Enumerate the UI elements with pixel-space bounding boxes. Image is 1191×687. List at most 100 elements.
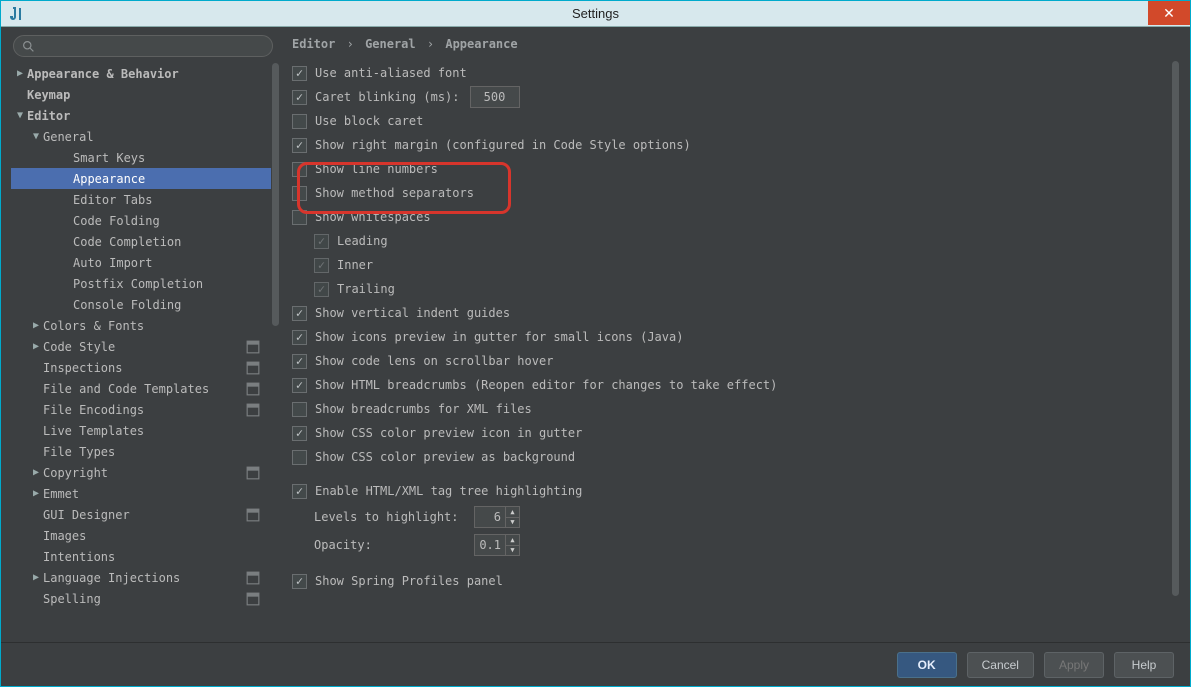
sidebar-item-postfix-completion[interactable]: ▶Postfix Completion bbox=[11, 273, 280, 294]
checkbox[interactable] bbox=[292, 186, 307, 201]
sidebar-item-copyright[interactable]: ▶Copyright bbox=[11, 462, 280, 483]
option-block-caret[interactable]: Use block caret bbox=[288, 109, 1180, 133]
sidebar-item-label: Auto Import bbox=[73, 256, 260, 270]
checkbox[interactable] bbox=[292, 574, 307, 589]
checkbox[interactable] bbox=[292, 210, 307, 225]
option-spring-profiles-panel[interactable]: Show Spring Profiles panel bbox=[288, 569, 1180, 593]
spinner-up-icon[interactable]: ▲ bbox=[506, 507, 519, 518]
checkbox[interactable] bbox=[292, 66, 307, 81]
sidebar-item-images[interactable]: ▶Images bbox=[11, 525, 280, 546]
option-method-separators[interactable]: Show method separators bbox=[288, 181, 1180, 205]
sidebar-item-keymap[interactable]: ▶Keymap bbox=[11, 84, 280, 105]
options-panel: Use anti-aliased font Caret blinking (ms… bbox=[288, 61, 1180, 642]
option-css-gutter-preview[interactable]: Show CSS color preview icon in gutter bbox=[288, 421, 1180, 445]
close-icon: ✕ bbox=[1163, 5, 1175, 22]
sidebar-item-colors-fonts[interactable]: ▶Colors & Fonts bbox=[11, 315, 280, 336]
option-caret-blinking[interactable]: Caret blinking (ms):500 bbox=[288, 85, 1180, 109]
sidebar-item-code-style[interactable]: ▶Code Style bbox=[11, 336, 280, 357]
option-tag-tree-highlight[interactable]: Enable HTML/XML tag tree highlighting bbox=[288, 479, 1180, 503]
sidebar-item-spelling[interactable]: ▶Spelling bbox=[11, 588, 280, 609]
option-code-lens[interactable]: Show code lens on scrollbar hover bbox=[288, 349, 1180, 373]
spinner-down-icon[interactable]: ▼ bbox=[506, 518, 519, 528]
option-ws-trailing: Trailing bbox=[288, 277, 1180, 301]
checkbox[interactable] bbox=[292, 306, 307, 321]
checkbox[interactable] bbox=[292, 90, 307, 105]
option-label: Show HTML breadcrumbs (Reopen editor for… bbox=[315, 378, 777, 392]
project-scope-icon bbox=[246, 466, 260, 480]
option-gutter-icons-preview[interactable]: Show icons preview in gutter for small i… bbox=[288, 325, 1180, 349]
sidebar-item-editor-tabs[interactable]: ▶Editor Tabs bbox=[11, 189, 280, 210]
project-scope-icon bbox=[246, 571, 260, 585]
sidebar-item-editor[interactable]: ▼Editor bbox=[11, 105, 280, 126]
sidebar-item-auto-import[interactable]: ▶Auto Import bbox=[11, 252, 280, 273]
window-close-button[interactable]: ✕ bbox=[1148, 1, 1190, 25]
caret-blink-ms-input[interactable]: 500 bbox=[470, 86, 520, 108]
sidebar-item-appearance-behavior[interactable]: ▶Appearance & Behavior bbox=[11, 63, 280, 84]
sidebar-item-code-completion[interactable]: ▶Code Completion bbox=[11, 231, 280, 252]
ok-button[interactable]: OK bbox=[897, 652, 957, 678]
checkbox[interactable] bbox=[292, 330, 307, 345]
option-label: Enable HTML/XML tag tree highlighting bbox=[315, 484, 582, 498]
field-levels-to-highlight: Levels to highlight: 6 ▲▼ bbox=[288, 503, 1180, 531]
sidebar-item-label: Live Templates bbox=[43, 424, 260, 438]
checkbox[interactable] bbox=[292, 484, 307, 499]
sidebar-item-general[interactable]: ▼General bbox=[11, 126, 280, 147]
sidebar-item-file-and-code-templates[interactable]: ▶File and Code Templates bbox=[11, 378, 280, 399]
checkbox[interactable] bbox=[292, 114, 307, 129]
project-scope-icon bbox=[246, 592, 260, 606]
spinner-down-icon[interactable]: ▼ bbox=[506, 546, 519, 556]
option-line-numbers[interactable]: Show line numbers bbox=[288, 157, 1180, 181]
sidebar-item-code-folding[interactable]: ▶Code Folding bbox=[11, 210, 280, 231]
spinner-value: 6 bbox=[475, 510, 505, 524]
sidebar-item-label: Code Completion bbox=[73, 235, 260, 249]
sidebar-item-label: File Encodings bbox=[43, 403, 242, 417]
sidebar-item-live-templates[interactable]: ▶Live Templates bbox=[11, 420, 280, 441]
sidebar-item-emmet[interactable]: ▶Emmet bbox=[11, 483, 280, 504]
sidebar-item-file-types[interactable]: ▶File Types bbox=[11, 441, 280, 462]
opacity-spinner[interactable]: 0.1 ▲▼ bbox=[474, 534, 520, 556]
sidebar-item-language-injections[interactable]: ▶Language Injections bbox=[11, 567, 280, 588]
sidebar-item-console-folding[interactable]: ▶Console Folding bbox=[11, 294, 280, 315]
option-vertical-indent-guides[interactable]: Show vertical indent guides bbox=[288, 301, 1180, 325]
settings-tree[interactable]: ▶Appearance & Behavior▶Keymap▼Editor▼Gen… bbox=[11, 63, 280, 634]
content-scrollbar[interactable] bbox=[1171, 61, 1180, 642]
sidebar-item-smart-keys[interactable]: ▶Smart Keys bbox=[11, 147, 280, 168]
spinner-up-icon[interactable]: ▲ bbox=[506, 535, 519, 546]
dialog-footer: OK Cancel Apply Help bbox=[1, 642, 1190, 686]
search-input[interactable] bbox=[13, 35, 273, 57]
option-css-bg-preview[interactable]: Show CSS color preview as background bbox=[288, 445, 1180, 469]
checkbox[interactable] bbox=[292, 426, 307, 441]
option-right-margin[interactable]: Show right margin (configured in Code St… bbox=[288, 133, 1180, 157]
breadcrumb: Editor › General › Appearance bbox=[288, 33, 1180, 61]
sidebar-item-appearance[interactable]: ▶Appearance bbox=[11, 168, 280, 189]
option-xml-breadcrumbs[interactable]: Show breadcrumbs for XML files bbox=[288, 397, 1180, 421]
sidebar-item-file-encodings[interactable]: ▶File Encodings bbox=[11, 399, 280, 420]
help-button[interactable]: Help bbox=[1114, 652, 1174, 678]
sidebar-scrollbar[interactable] bbox=[271, 63, 280, 634]
option-label: Show icons preview in gutter for small i… bbox=[315, 330, 683, 344]
option-whitespaces[interactable]: Show whitespaces bbox=[288, 205, 1180, 229]
sidebar-item-label: Console Folding bbox=[73, 298, 260, 312]
option-ws-inner: Inner bbox=[288, 253, 1180, 277]
project-scope-icon bbox=[246, 403, 260, 417]
checkbox[interactable] bbox=[292, 354, 307, 369]
checkbox[interactable] bbox=[292, 450, 307, 465]
checkbox[interactable] bbox=[292, 378, 307, 393]
checkbox[interactable] bbox=[292, 162, 307, 177]
cancel-button[interactable]: Cancel bbox=[967, 652, 1034, 678]
levels-spinner[interactable]: 6 ▲▼ bbox=[474, 506, 520, 528]
checkbox[interactable] bbox=[292, 138, 307, 153]
sidebar-item-inspections[interactable]: ▶Inspections bbox=[11, 357, 280, 378]
sidebar-item-label: Images bbox=[43, 529, 260, 543]
field-label: Levels to highlight: bbox=[314, 510, 464, 524]
option-anti-aliased[interactable]: Use anti-aliased font bbox=[288, 61, 1180, 85]
checkbox[interactable] bbox=[292, 402, 307, 417]
sidebar-item-gui-designer[interactable]: ▶GUI Designer bbox=[11, 504, 280, 525]
sidebar-item-label: File Types bbox=[43, 445, 260, 459]
sidebar-item-intentions[interactable]: ▶Intentions bbox=[11, 546, 280, 567]
chevron-down-icon: ▼ bbox=[13, 110, 27, 121]
option-html-breadcrumbs[interactable]: Show HTML breadcrumbs (Reopen editor for… bbox=[288, 373, 1180, 397]
chevron-right-icon: ▶ bbox=[29, 341, 43, 352]
option-label: Use anti-aliased font bbox=[315, 66, 467, 80]
sidebar-item-label: Copyright bbox=[43, 466, 242, 480]
